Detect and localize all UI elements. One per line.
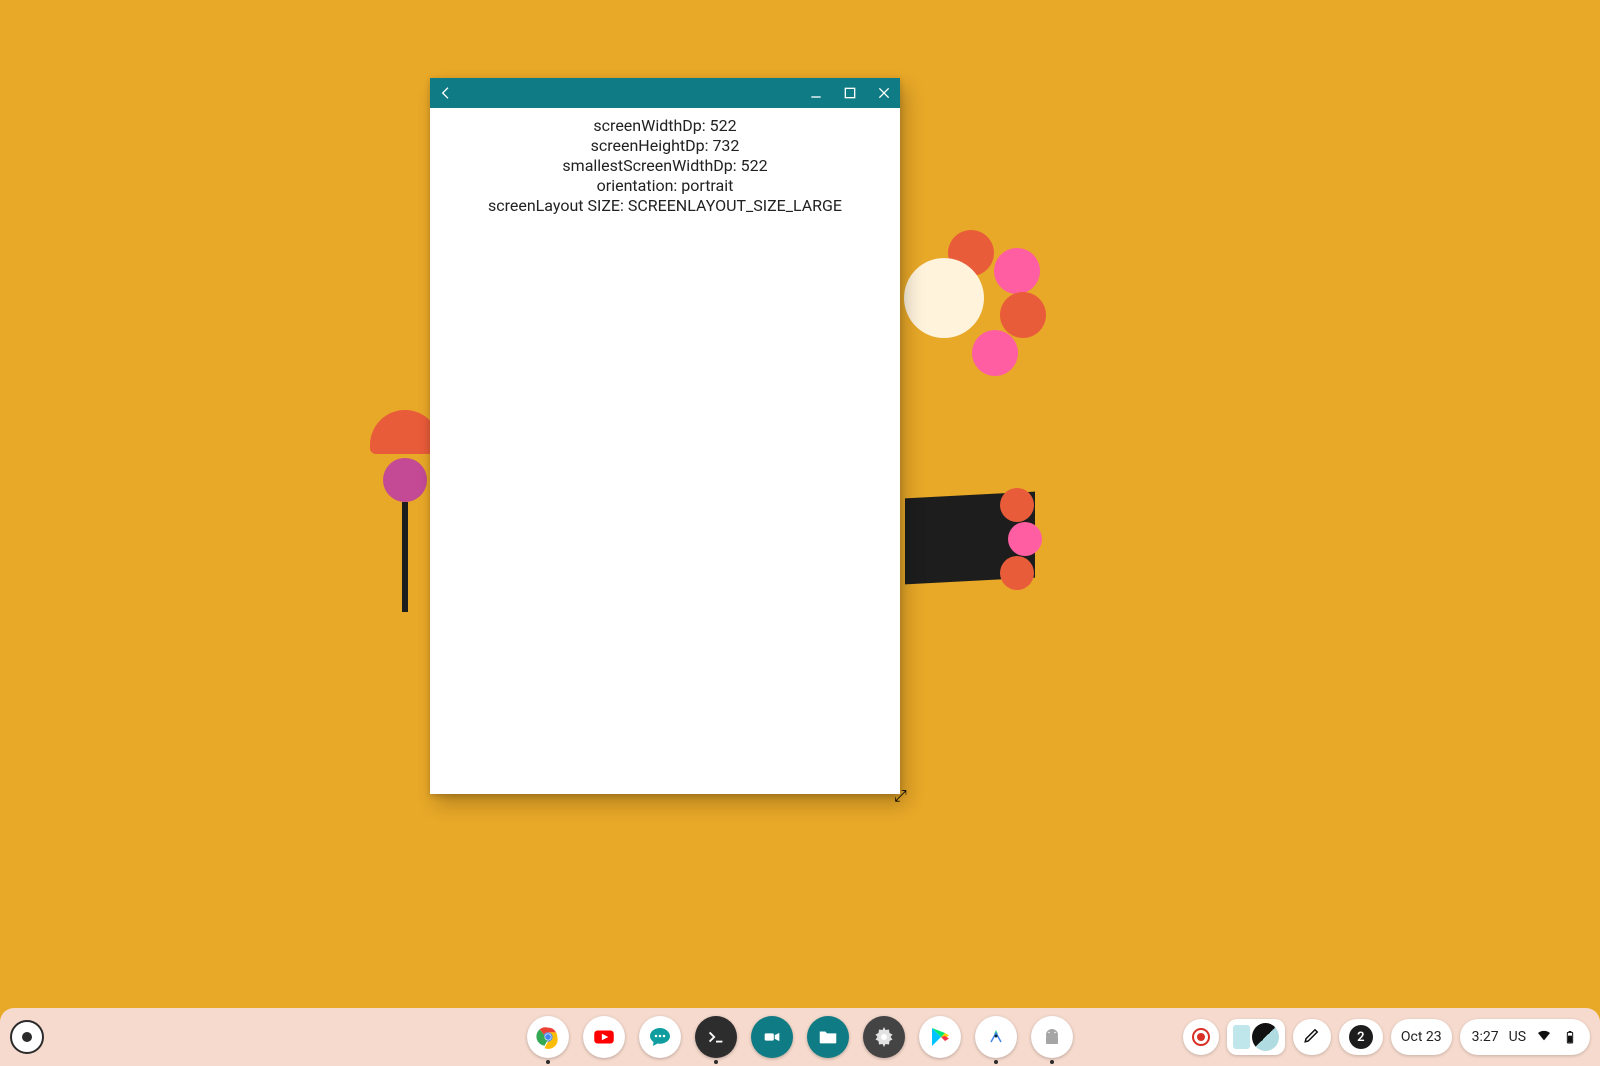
screen-record-button[interactable] [1183,1019,1219,1055]
terminal-icon [705,1026,727,1048]
app-zoom[interactable] [751,1016,793,1058]
launcher-button[interactable] [10,1020,44,1054]
app-youtube[interactable] [583,1016,625,1058]
config-line-screen-height: screenHeightDp: 732 [591,136,740,156]
window-content: screenWidthDp: 522 screenHeightDp: 732 s… [430,108,900,224]
tray-app-thumb-1 [1233,1025,1250,1049]
app-settings[interactable] [863,1016,905,1058]
config-line-orientation: orientation: portrait [597,176,734,196]
android-icon [1040,1025,1064,1049]
window-titlebar[interactable] [430,78,900,108]
gear-icon [872,1025,896,1049]
tray-running-apps[interactable] [1227,1019,1285,1055]
config-line-smallest-width: smallestScreenWidthDp: 522 [562,156,767,176]
folder-icon [817,1026,839,1048]
play-store-icon [928,1025,952,1049]
date-label: Oct 23 [1401,1029,1442,1045]
battery-icon [1562,1029,1578,1045]
resize-cursor-icon: ⤢ [894,786,907,806]
wifi-icon [1536,1027,1552,1047]
close-button[interactable] [874,83,894,103]
minimize-button[interactable] [806,83,826,103]
video-icon [761,1026,783,1048]
android-studio-icon [984,1025,1008,1049]
config-line-screen-layout: screenLayout SIZE: SCREENLAYOUT_SIZE_LAR… [488,196,842,216]
record-icon [1192,1028,1210,1046]
app-terminal[interactable] [695,1016,737,1058]
chat-bubble-icon [648,1025,672,1049]
shelf: 2 Oct 23 3:27 US [0,1008,1600,1066]
status-area: 2 Oct 23 3:27 US [1183,1019,1590,1055]
notification-count-badge: 2 [1349,1025,1373,1049]
app-window: screenWidthDp: 522 screenHeightDp: 732 s… [430,78,900,794]
stylus-tools-button[interactable] [1293,1019,1331,1055]
app-files[interactable] [807,1016,849,1058]
shelf-apps [527,1016,1073,1058]
youtube-icon [591,1024,617,1050]
app-android[interactable] [1031,1016,1073,1058]
config-line-screen-width: screenWidthDp: 522 [593,116,736,136]
chrome-icon [534,1023,562,1051]
pen-icon [1303,1026,1321,1048]
time-label: 3:27 [1472,1029,1499,1045]
calendar-button[interactable]: Oct 23 [1391,1019,1452,1055]
locale-label: US [1509,1029,1526,1045]
app-play-store[interactable] [919,1016,961,1058]
app-chrome[interactable] [527,1016,569,1058]
tray-app-thumb-2 [1252,1023,1279,1051]
back-button[interactable] [436,83,456,103]
notifications-button[interactable]: 2 [1339,1019,1383,1055]
maximize-button[interactable] [840,83,860,103]
app-messages[interactable] [639,1016,681,1058]
app-android-studio[interactable] [975,1016,1017,1058]
quick-settings-button[interactable]: 3:27 US [1460,1019,1590,1055]
